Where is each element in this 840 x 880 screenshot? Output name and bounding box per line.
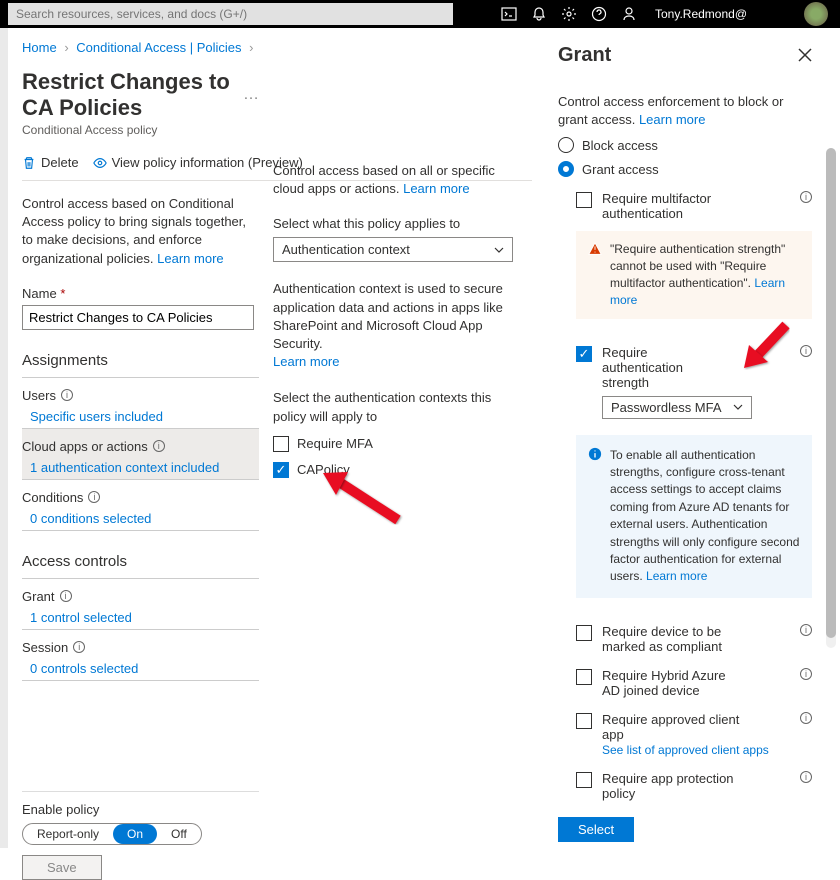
toggle-report-only[interactable]: Report-only	[23, 824, 113, 844]
avatar[interactable]	[804, 2, 828, 26]
require-app-protection-option[interactable]: Require app protection policy i	[576, 771, 812, 801]
callout-arrow-icon	[741, 320, 791, 370]
trash-icon	[22, 156, 36, 170]
enable-policy-label: Enable policy	[22, 802, 259, 817]
name-label: Name *	[22, 286, 259, 301]
warning-icon	[588, 242, 602, 256]
info-icon[interactable]: i	[88, 491, 100, 503]
top-bar: Tony.Redmond@	[0, 0, 840, 28]
require-device-compliant-option[interactable]: Require device to be marked as compliant…	[576, 624, 812, 654]
info-icon[interactable]: i	[800, 712, 812, 724]
grant-access-radio[interactable]: Grant access	[558, 161, 812, 177]
require-approved-app-option[interactable]: Require approved client app i	[576, 712, 812, 742]
callout-arrow-icon	[318, 470, 408, 530]
top-icons	[501, 6, 637, 22]
grant-panel-title: Grant	[558, 44, 812, 67]
view-info-button[interactable]: View policy information (Preview)	[93, 155, 303, 170]
info-icon[interactable]: i	[153, 440, 165, 452]
info-icon[interactable]: i	[61, 389, 73, 401]
user-name[interactable]: Tony.Redmond@	[655, 7, 747, 21]
chevron-down-icon	[733, 402, 743, 412]
info-icon[interactable]: i	[800, 191, 812, 203]
apply-to-label: Select the authentication contexts this …	[273, 389, 524, 425]
page-title: Restrict Changes to CA Policies	[22, 69, 233, 121]
info-icon[interactable]: i	[73, 641, 85, 653]
save-button[interactable]: Save	[22, 855, 102, 880]
see-approved-list-link[interactable]: See list of approved client apps	[602, 743, 769, 757]
require-mfa-checkbox[interactable]: Require MFA	[273, 436, 524, 452]
breadcrumb-ca[interactable]: Conditional Access | Policies	[76, 40, 241, 55]
require-auth-strength-option[interactable]: ✓Require authentication strength i	[576, 345, 812, 390]
scrollbar[interactable]	[826, 148, 836, 648]
left-rail-collapsed[interactable]	[0, 28, 8, 848]
ctx-learn-more[interactable]: Learn more	[273, 354, 339, 369]
cloud-apps-row[interactable]: Cloud apps or actionsi 1 authentication …	[22, 429, 259, 480]
page-subtitle: Conditional Access policy	[22, 123, 259, 137]
breadcrumb: Home › Conditional Access | Policies ›	[22, 40, 259, 55]
grant-intro: Control access enforcement to block or g…	[558, 93, 812, 129]
applies-to-label: Select what this policy applies to	[273, 216, 524, 231]
info-icon[interactable]: i	[800, 624, 812, 636]
close-icon[interactable]	[798, 48, 812, 62]
search-input[interactable]	[8, 3, 453, 25]
help-icon[interactable]	[591, 6, 607, 22]
warning-box: "Require authentication strength" cannot…	[576, 231, 812, 318]
notification-icon[interactable]	[531, 6, 547, 22]
users-row[interactable]: Usersi Specific users included	[22, 378, 259, 429]
info-icon[interactable]: i	[60, 590, 72, 602]
info-icon[interactable]: i	[800, 668, 812, 680]
info-circle-icon	[588, 447, 602, 461]
enable-policy-toggle[interactable]: Report-only On Off	[22, 823, 202, 845]
applies-to-dropdown[interactable]: Authentication context	[273, 237, 513, 262]
cloud-shell-icon[interactable]	[501, 6, 517, 22]
info-icon[interactable]: i	[800, 771, 812, 783]
auth-strength-dropdown[interactable]: Passwordless MFA	[602, 396, 752, 419]
info-learn-more[interactable]: Learn more	[646, 569, 707, 583]
page-more-icon[interactable]: …	[243, 86, 259, 104]
intro-learn-more[interactable]: Learn more	[157, 251, 223, 266]
info-box: To enable all authentication strengths, …	[576, 435, 812, 598]
info-icon[interactable]: i	[800, 345, 812, 357]
require-mfa-option[interactable]: Require multifactor authentication i	[576, 191, 812, 221]
col2-learn-more[interactable]: Learn more	[403, 181, 469, 196]
eye-icon	[93, 156, 107, 170]
grant-learn-more[interactable]: Learn more	[639, 112, 705, 127]
toggle-off[interactable]: Off	[157, 824, 201, 844]
toolbar: Delete View policy information (Preview)	[22, 155, 532, 181]
toggle-on[interactable]: On	[113, 824, 157, 844]
delete-button[interactable]: Delete	[22, 155, 79, 170]
access-controls-header: Access controls	[22, 553, 259, 579]
conditions-row[interactable]: Conditionsi 0 conditions selected	[22, 480, 259, 531]
chevron-down-icon	[494, 245, 504, 255]
name-input[interactable]	[22, 305, 254, 330]
grant-row-nav[interactable]: Granti 1 control selected	[22, 579, 259, 630]
session-row[interactable]: Sessioni 0 controls selected	[22, 630, 259, 681]
feedback-icon[interactable]	[621, 6, 637, 22]
capolicy-checkbox[interactable]: ✓CAPolicy	[273, 462, 524, 478]
block-access-radio[interactable]: Block access	[558, 137, 812, 153]
breadcrumb-home[interactable]: Home	[22, 40, 57, 55]
intro-text: Control access based on Conditional Acce…	[22, 195, 259, 268]
select-button[interactable]: Select	[558, 817, 634, 842]
gear-icon[interactable]	[561, 6, 577, 22]
require-hybrid-option[interactable]: Require Hybrid Azure AD joined device i	[576, 668, 812, 698]
assignments-header: Assignments	[22, 352, 259, 378]
ctx-text: Authentication context is used to secure…	[273, 280, 524, 371]
